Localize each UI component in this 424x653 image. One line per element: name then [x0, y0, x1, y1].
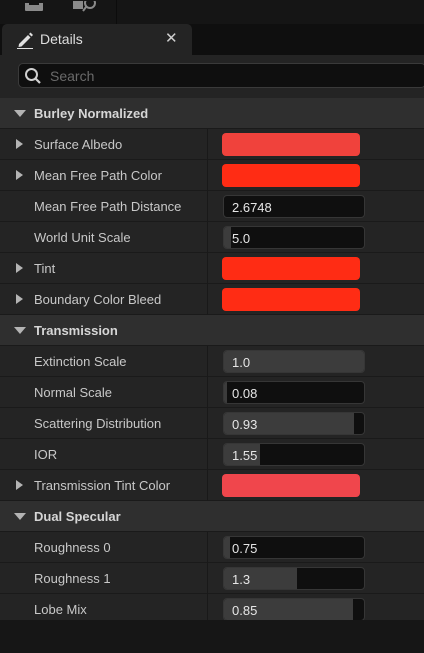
- column-divider[interactable]: [207, 222, 208, 253]
- browse-icon[interactable]: [72, 0, 102, 14]
- property-list: Burley Normalized Surface Albedo Mean Free…: [0, 98, 424, 625]
- tab-bar: Details ✕: [0, 24, 424, 55]
- color-swatch[interactable]: [222, 164, 360, 187]
- column-divider[interactable]: [207, 253, 208, 284]
- column-divider[interactable]: [207, 191, 208, 222]
- details-panel: Burley Normalized Surface Albedo Mean Free…: [0, 55, 424, 625]
- color-swatch[interactable]: [222, 288, 360, 311]
- number-value: 2.6748: [232, 200, 272, 215]
- number-value: 0.75: [232, 541, 258, 556]
- pencil-icon: [16, 31, 34, 49]
- column-divider[interactable]: [207, 563, 208, 594]
- number-field[interactable]: 1.3: [223, 567, 365, 590]
- number-field[interactable]: 0.93: [223, 412, 365, 435]
- slider-fill: [224, 537, 230, 558]
- property-row: World Unit Scale 5.0: [0, 222, 424, 253]
- property-label: IOR: [34, 447, 58, 462]
- color-swatch[interactable]: [222, 474, 360, 497]
- number-field[interactable]: 0.85: [223, 598, 365, 621]
- number-field[interactable]: 0.08: [223, 381, 365, 404]
- chevron-down-icon[interactable]: [14, 513, 26, 520]
- tab-title: Details: [40, 31, 83, 47]
- search-bar: [18, 63, 424, 88]
- number-value: 1.3: [232, 572, 251, 587]
- number-value: 1.0: [232, 355, 251, 370]
- chevron-right-icon[interactable]: [16, 170, 23, 180]
- toolbar: [0, 0, 424, 24]
- property-row: Boundary Color Bleed: [0, 284, 424, 315]
- category-header[interactable]: Dual Specular: [0, 501, 424, 532]
- column-divider[interactable]: [207, 129, 208, 160]
- property-label: Mean Free Path Color: [34, 168, 162, 183]
- number-value: 0.85: [232, 603, 258, 618]
- property-label: Transmission Tint Color: [34, 478, 171, 493]
- property-label: Lobe Mix: [34, 602, 87, 617]
- property-label: Surface Albedo: [34, 137, 123, 152]
- property-label: Extinction Scale: [34, 354, 127, 369]
- column-divider[interactable]: [207, 439, 208, 470]
- save-icon[interactable]: [22, 0, 52, 14]
- column-divider[interactable]: [207, 532, 208, 563]
- property-row: Extinction Scale 1.0: [0, 346, 424, 377]
- property-row: Roughness 1 1.3: [0, 563, 424, 594]
- tab-details[interactable]: Details ✕: [2, 24, 192, 55]
- color-swatch[interactable]: [222, 133, 360, 156]
- property-row: IOR 1.55: [0, 439, 424, 470]
- property-label: Roughness 0: [34, 540, 111, 555]
- number-value: 0.08: [232, 386, 258, 401]
- property-row: Surface Albedo: [0, 129, 424, 160]
- property-row: Scattering Distribution 0.93: [0, 408, 424, 439]
- property-label: World Unit Scale: [34, 230, 131, 245]
- number-field[interactable]: 0.75: [223, 536, 365, 559]
- chevron-right-icon[interactable]: [16, 263, 23, 273]
- number-value: 5.0: [232, 231, 251, 246]
- category-header[interactable]: Burley Normalized: [0, 98, 424, 129]
- property-row: Tint: [0, 253, 424, 284]
- color-swatch[interactable]: [222, 257, 360, 280]
- column-divider[interactable]: [207, 284, 208, 315]
- column-divider[interactable]: [207, 408, 208, 439]
- search-icon: [24, 67, 42, 85]
- number-value: 0.93: [232, 417, 258, 432]
- property-row: Roughness 0 0.75: [0, 532, 424, 563]
- number-field[interactable]: 1.0: [223, 350, 365, 373]
- property-row: Mean Free Path Color: [0, 160, 424, 191]
- chevron-right-icon[interactable]: [16, 139, 23, 149]
- number-field[interactable]: 2.6748: [223, 195, 365, 218]
- number-field[interactable]: 1.55: [223, 443, 365, 466]
- category-title: Dual Specular: [34, 509, 121, 524]
- property-label: Scattering Distribution: [34, 416, 162, 431]
- column-divider[interactable]: [207, 377, 208, 408]
- category-title: Burley Normalized: [34, 106, 149, 121]
- property-label: Mean Free Path Distance: [34, 199, 182, 214]
- category-title: Transmission: [34, 323, 118, 338]
- number-field[interactable]: 5.0: [223, 226, 365, 249]
- close-icon[interactable]: ✕: [165, 30, 178, 48]
- toolbar-divider: [116, 0, 117, 24]
- property-row: Transmission Tint Color: [0, 470, 424, 501]
- property-label: Boundary Color Bleed: [34, 292, 162, 307]
- number-value: 1.55: [232, 448, 258, 463]
- chevron-right-icon[interactable]: [16, 294, 23, 304]
- chevron-down-icon[interactable]: [14, 327, 26, 334]
- property-row: Mean Free Path Distance 2.6748: [0, 191, 424, 222]
- property-label: Tint: [34, 261, 56, 276]
- property-label: Normal Scale: [34, 385, 113, 400]
- category-header[interactable]: Transmission: [0, 315, 424, 346]
- panel-footer: [0, 620, 424, 653]
- column-divider[interactable]: [207, 470, 208, 501]
- slider-fill: [224, 382, 227, 403]
- property-label: Roughness 1: [34, 571, 111, 586]
- chevron-right-icon[interactable]: [16, 480, 23, 490]
- search-input[interactable]: [50, 66, 410, 85]
- property-row: Normal Scale 0.08: [0, 377, 424, 408]
- column-divider[interactable]: [207, 160, 208, 191]
- column-divider[interactable]: [207, 346, 208, 377]
- slider-fill: [224, 227, 231, 248]
- chevron-down-icon[interactable]: [14, 110, 26, 117]
